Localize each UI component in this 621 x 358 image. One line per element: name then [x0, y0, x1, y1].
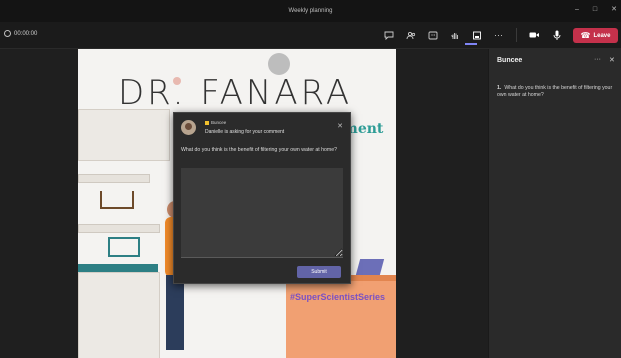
panel-question-text: What do you think is the benefit of filt… [497, 85, 613, 98]
test-tube-rack-illustration [100, 191, 134, 209]
meeting-toolbar: 00:00:00 ··· ☎ Leave [0, 22, 621, 49]
slide-hashtag: #SuperScientistSeries [290, 292, 386, 302]
maximize-icon[interactable]: □ [593, 6, 597, 14]
active-tab-indicator [465, 43, 477, 45]
window-controls: – □ ✕ [575, 6, 617, 14]
chat-icon[interactable] [380, 27, 397, 43]
buncee-side-panel: Buncee ··· ✕ 1. What do you think is the … [488, 49, 621, 358]
microphone-icon[interactable] [548, 27, 565, 43]
reactions-icon[interactable] [424, 27, 441, 43]
phone-hangup-icon: ☎ [580, 31, 591, 40]
panel-question: 1. What do you think is the benefit of fi… [497, 85, 615, 99]
close-panel-icon[interactable]: ✕ [609, 56, 615, 64]
lab-bench-base [78, 272, 160, 358]
camera-icon[interactable] [526, 27, 543, 43]
apps-icon[interactable] [468, 27, 485, 43]
toolbar-divider [516, 28, 517, 42]
close-icon[interactable]: ✕ [337, 122, 343, 130]
comment-dialog: Buncee Danielle is asking for your comme… [173, 112, 351, 284]
buncee-app-icon [205, 120, 209, 125]
leave-button-label: Leave [593, 32, 611, 39]
dialog-message: Danielle is asking for your comment [205, 129, 285, 135]
dialog-app-label: Buncee [205, 120, 226, 125]
people-icon[interactable] [402, 27, 419, 43]
panel-question-number: 1. [497, 85, 502, 91]
submit-button[interactable]: Submit [297, 266, 341, 278]
lab-shelf-lower [78, 224, 160, 233]
panel-title: Buncee [497, 57, 523, 64]
window-title-bar: Weekly planning – □ ✕ [0, 0, 621, 22]
raise-hand-icon[interactable] [446, 27, 463, 43]
minimize-icon[interactable]: – [575, 6, 579, 14]
lab-cabinet [78, 109, 170, 161]
meeting-timer: 00:00:00 [4, 30, 37, 37]
decorative-sphere [268, 53, 290, 75]
avatar [181, 120, 196, 135]
dialog-question: What do you think is the benefit of filt… [181, 147, 337, 153]
scientist-legs [166, 275, 184, 350]
slide-heading: DR. FANARA [118, 73, 353, 113]
lab-bench [78, 264, 158, 272]
clock-icon [4, 30, 11, 37]
window-title: Weekly planning [288, 8, 333, 14]
more-options-icon[interactable]: ··· [490, 27, 507, 43]
answer-textarea[interactable] [181, 168, 343, 258]
meeting-timer-text: 00:00:00 [14, 30, 38, 37]
chart-board-illustration [108, 237, 140, 257]
close-window-icon[interactable]: ✕ [611, 6, 617, 14]
meeting-tools: ··· [380, 27, 587, 43]
meeting-stage: DR. FANARA ment #SuperScientistSeries Bu… [0, 49, 487, 358]
lab-shelf [78, 174, 150, 183]
more-options-icon[interactable]: ··· [594, 56, 601, 63]
dialog-app-name: Buncee [211, 120, 227, 125]
laptop-illustration [355, 259, 385, 275]
leave-button[interactable]: ☎ Leave [573, 28, 618, 43]
